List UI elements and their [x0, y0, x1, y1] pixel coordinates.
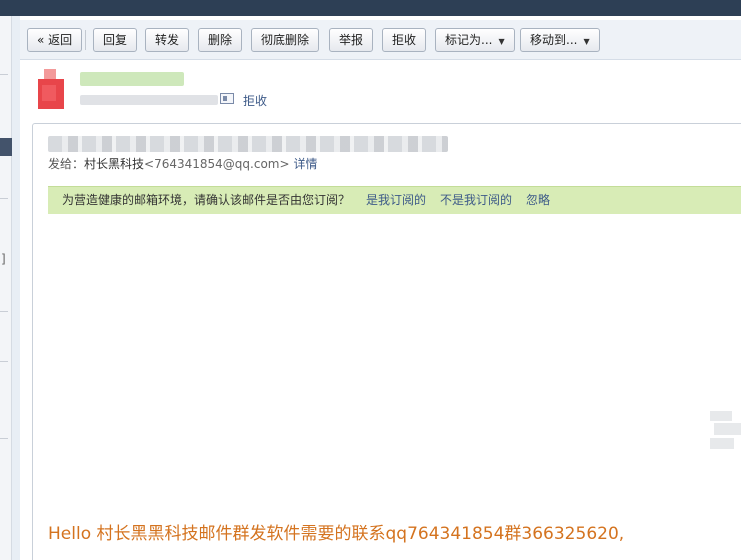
mark-as-label: 标记为... — [445, 33, 493, 47]
move-to-label: 移动到... — [530, 33, 578, 47]
delete-permanent-button[interactable]: 彻底删除 — [251, 28, 320, 52]
mail-toolbar: « 返回 回复 转发 删除 彻底删除 举报 拒收 标记为... ▼ 移动到... ▼ — [20, 20, 741, 60]
move-to-dropdown[interactable]: 移动到... ▼ — [520, 28, 600, 52]
left-sidebar-edge: ] — [0, 16, 12, 560]
selected-folder-band — [0, 138, 12, 156]
sendto-label: 发给： — [48, 157, 85, 171]
contact-card-icon[interactable] — [220, 93, 234, 104]
toolbar-separator — [85, 30, 86, 50]
subscription-notice: 为营造健康的邮箱环境，请确认该邮件是否由您订阅？ 是我订阅的 不是我订阅的 忽略 — [48, 186, 741, 214]
subject-redacted — [48, 136, 448, 152]
recipient-name: 村长黑科技 — [84, 157, 145, 171]
delete-button[interactable]: 删除 — [198, 28, 243, 52]
recipient-email: <764341854@qq.com> — [144, 157, 290, 171]
sidebar-divider — [0, 198, 8, 199]
reply-button[interactable]: 回复 — [93, 28, 138, 52]
recipient-line: 发给：村长黑科技<764341854@qq.com> 详情 — [48, 155, 318, 172]
chevron-down-icon: ▼ — [583, 37, 590, 46]
ignore-link[interactable]: 忽略 — [526, 193, 550, 207]
is-subscribed-link[interactable]: 是我订阅的 — [366, 193, 426, 207]
sender-address-redacted — [80, 95, 218, 105]
sidebar-divider — [0, 438, 8, 439]
sidebar-bracket-glyph: ] — [1, 252, 6, 266]
mail-content-panel: 发给：村长黑科技<764341854@qq.com> 详情 为营造健康的邮箱环境，… — [32, 123, 741, 560]
chevron-down-icon: ▼ — [498, 37, 505, 46]
back-button[interactable]: « 返回 — [27, 28, 83, 52]
sender-header: 拒收 — [20, 60, 741, 120]
sender-name-redacted — [80, 72, 184, 86]
mail-body-text: Hello 村长黑黑科技邮件群发软件需要的联系qq764341854群36632… — [48, 524, 625, 544]
detail-link[interactable]: 详情 — [294, 157, 318, 171]
reject-button[interactable]: 拒收 — [382, 28, 427, 52]
top-bar — [0, 0, 741, 16]
sender-avatar — [38, 69, 64, 109]
sidebar-divider — [0, 361, 8, 362]
reject-sender-link[interactable]: 拒收 — [243, 92, 267, 109]
mark-as-dropdown[interactable]: 标记为... ▼ — [435, 28, 515, 52]
not-subscribed-link[interactable]: 不是我订阅的 — [440, 193, 512, 207]
sidebar-divider — [0, 74, 8, 75]
forward-button[interactable]: 转发 — [145, 28, 190, 52]
sidebar-divider — [0, 311, 8, 312]
report-button[interactable]: 举报 — [329, 28, 374, 52]
redacted-watermark — [710, 411, 741, 451]
notice-text: 为营造健康的邮箱环境，请确认该邮件是否由您订阅？ — [62, 193, 351, 207]
layout-gutter — [12, 16, 20, 560]
